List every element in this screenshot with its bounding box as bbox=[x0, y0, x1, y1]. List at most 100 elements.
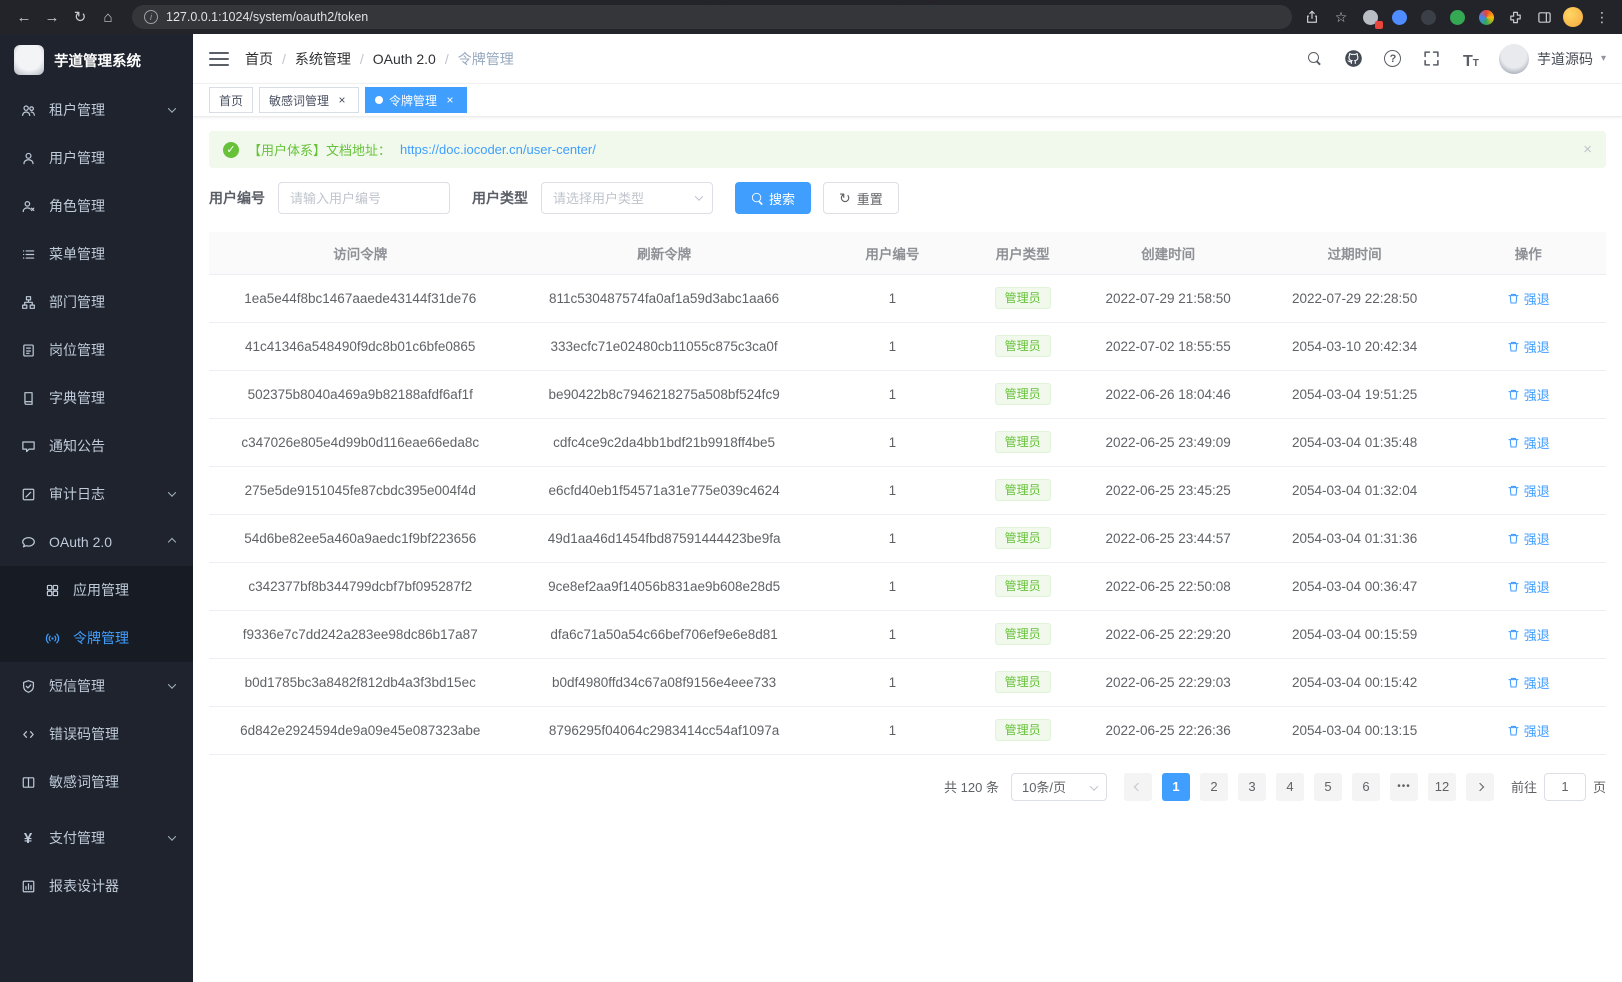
col-user-id: 用户编号 bbox=[817, 232, 968, 274]
create-time-cell: 2022-06-25 22:50:08 bbox=[1077, 562, 1258, 610]
sidebar-item-error-code[interactable]: 错误码管理 bbox=[0, 710, 193, 758]
breadcrumb-system[interactable]: 系统管理 bbox=[295, 49, 351, 69]
browser-reload-icon[interactable]: ↻ bbox=[66, 3, 94, 31]
split-view-icon[interactable] bbox=[1534, 7, 1554, 27]
logo-image bbox=[14, 45, 44, 75]
page-button-4[interactable]: 4 bbox=[1276, 773, 1304, 801]
share-icon[interactable] bbox=[1302, 7, 1322, 27]
font-size-icon[interactable]: TT bbox=[1460, 48, 1482, 70]
user-type-badge: 管理员 bbox=[995, 575, 1051, 597]
force-logout-button[interactable]: 强退 bbox=[1507, 289, 1550, 308]
page-button-3[interactable]: 3 bbox=[1238, 773, 1266, 801]
expire-time-cell: 2054-03-10 20:42:34 bbox=[1259, 322, 1451, 370]
bookmark-star-icon[interactable]: ☆ bbox=[1331, 7, 1351, 27]
extension-one-icon[interactable] bbox=[1360, 7, 1380, 27]
sidebar-item-payment[interactable]: ¥ 支付管理 bbox=[0, 814, 193, 862]
breadcrumb-home[interactable]: 首页 bbox=[245, 49, 273, 69]
tab-token[interactable]: 令牌管理 × bbox=[365, 87, 467, 113]
close-icon[interactable]: × bbox=[335, 93, 349, 107]
extension-two-icon[interactable] bbox=[1389, 7, 1409, 27]
sidebar-item-tenant[interactable]: 租户管理 bbox=[0, 86, 193, 134]
force-logout-button[interactable]: 强退 bbox=[1507, 529, 1550, 548]
sidebar-item-menu[interactable]: 菜单管理 bbox=[0, 230, 193, 278]
sidebar-item-post[interactable]: 岗位管理 bbox=[0, 326, 193, 374]
sidebar-item-user[interactable]: 用户管理 bbox=[0, 134, 193, 182]
extension-three-icon[interactable] bbox=[1418, 7, 1438, 27]
force-logout-button[interactable]: 强退 bbox=[1507, 577, 1550, 596]
user-type-select[interactable] bbox=[541, 182, 713, 214]
goto-page-input[interactable] bbox=[1544, 773, 1586, 801]
page-button-2[interactable]: 2 bbox=[1200, 773, 1228, 801]
refresh-token-cell: 49d1aa46d1454fbd87591444423be9fa bbox=[511, 514, 816, 562]
close-icon[interactable]: × bbox=[1583, 141, 1592, 158]
breadcrumb-oauth2[interactable]: OAuth 2.0 bbox=[373, 51, 436, 67]
sidebar-item-oauth2[interactable]: OAuth 2.0 bbox=[0, 518, 193, 566]
user-type-badge: 管理员 bbox=[995, 479, 1051, 501]
sidebar-item-dict[interactable]: 字典管理 bbox=[0, 374, 193, 422]
user-id-cell: 1 bbox=[817, 274, 968, 322]
browser-avatar[interactable] bbox=[1563, 7, 1583, 27]
force-logout-button[interactable]: 强退 bbox=[1507, 673, 1550, 692]
page-button-5[interactable]: 5 bbox=[1314, 773, 1342, 801]
browser-forward-icon[interactable]: → bbox=[38, 3, 66, 31]
prev-page-button[interactable] bbox=[1124, 773, 1152, 801]
extension-four-icon[interactable] bbox=[1447, 7, 1467, 27]
site-info-icon[interactable]: i bbox=[144, 10, 158, 24]
address-bar[interactable]: i 127.0.0.1:1024/system/oauth2/token bbox=[132, 5, 1292, 29]
sidebar-item-label: 用户管理 bbox=[49, 148, 177, 168]
github-icon[interactable] bbox=[1343, 48, 1365, 70]
create-time-cell: 2022-06-25 22:26:36 bbox=[1077, 706, 1258, 754]
sidebar-item-sms[interactable]: 短信管理 bbox=[0, 662, 193, 710]
reset-button[interactable]: ↻ 重置 bbox=[823, 182, 899, 214]
page-button-12[interactable]: 12 bbox=[1428, 773, 1456, 801]
user-type-select-input[interactable] bbox=[541, 182, 713, 214]
user-type-badge: 管理员 bbox=[995, 623, 1051, 645]
hamburger-icon[interactable] bbox=[209, 52, 229, 66]
delete-icon bbox=[1507, 388, 1520, 401]
page-button-6[interactable]: 6 bbox=[1352, 773, 1380, 801]
user-id-cell: 1 bbox=[817, 322, 968, 370]
fullscreen-icon[interactable] bbox=[1421, 48, 1443, 70]
access-token-cell: 6d842e2924594de9a09e45e087323abe bbox=[209, 706, 511, 754]
sidebar-item-oauth2-token[interactable]: 令牌管理 bbox=[0, 614, 193, 662]
app-title: 芋道管理系统 bbox=[54, 50, 141, 71]
force-logout-button[interactable]: 强退 bbox=[1507, 385, 1550, 404]
force-logout-button[interactable]: 强退 bbox=[1507, 433, 1550, 452]
sidebar-item-notice[interactable]: 通知公告 bbox=[0, 422, 193, 470]
more-pages-button[interactable]: ••• bbox=[1390, 773, 1418, 801]
user-avatar bbox=[1499, 44, 1529, 74]
create-time-cell: 2022-06-25 22:29:20 bbox=[1077, 610, 1258, 658]
doc-link[interactable]: https://doc.iocoder.cn/user-center/ bbox=[400, 142, 596, 157]
force-logout-button[interactable]: 强退 bbox=[1507, 625, 1550, 644]
sidebar-item-sensitive-word[interactable]: 敏感词管理 bbox=[0, 758, 193, 806]
puzzle-icon[interactable] bbox=[1505, 7, 1525, 27]
sidebar-item-report-designer[interactable]: 报表设计器 bbox=[0, 862, 193, 910]
create-time-cell: 2022-06-25 23:44:57 bbox=[1077, 514, 1258, 562]
force-logout-button[interactable]: 强退 bbox=[1507, 481, 1550, 500]
next-page-button[interactable] bbox=[1466, 773, 1494, 801]
search-icon[interactable] bbox=[1304, 48, 1326, 70]
user-id-input[interactable] bbox=[278, 182, 450, 214]
search-button[interactable]: 搜索 bbox=[735, 182, 811, 214]
force-logout-button[interactable]: 强退 bbox=[1507, 721, 1550, 740]
table-row: 1ea5e44f8bc1467aaede43144f31de76 811c530… bbox=[209, 274, 1606, 322]
sidebar-item-oauth2-app[interactable]: 应用管理 bbox=[0, 566, 193, 614]
extension-five-icon[interactable] bbox=[1476, 7, 1496, 27]
sidebar-item-audit-log[interactable]: 审计日志 bbox=[0, 470, 193, 518]
pagination: 共 120 条 10条/页 1 2 3 4 5 6 ••• 12 前往 页 bbox=[209, 773, 1606, 801]
page-button-1[interactable]: 1 bbox=[1162, 773, 1190, 801]
app-logo[interactable]: 芋道管理系统 bbox=[0, 34, 193, 86]
browser-home-icon[interactable]: ⌂ bbox=[94, 3, 122, 31]
sidebar-item-dept[interactable]: 部门管理 bbox=[0, 278, 193, 326]
sidebar-item-role[interactable]: 角色管理 bbox=[0, 182, 193, 230]
browser-menu-icon[interactable]: ⋮ bbox=[1592, 7, 1612, 27]
close-icon[interactable]: × bbox=[443, 93, 457, 107]
tab-home[interactable]: 首页 bbox=[209, 87, 253, 113]
help-icon[interactable]: ? bbox=[1382, 48, 1404, 70]
browser-back-icon[interactable]: ← bbox=[10, 3, 38, 31]
page-size-select[interactable]: 10条/页 bbox=[1011, 773, 1107, 801]
force-logout-button[interactable]: 强退 bbox=[1507, 337, 1550, 356]
tab-sensitive-word[interactable]: 敏感词管理 × bbox=[259, 87, 359, 113]
user-id-cell: 1 bbox=[817, 370, 968, 418]
user-menu[interactable]: 芋道源码 ▾ bbox=[1499, 44, 1606, 74]
